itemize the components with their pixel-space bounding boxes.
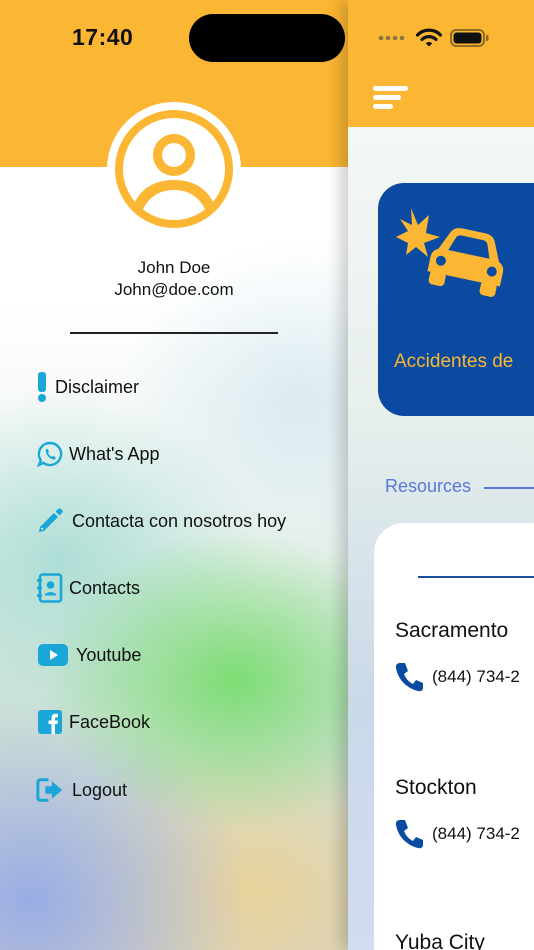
- resources-heading: Resources: [385, 476, 472, 496]
- avatar[interactable]: [107, 102, 241, 236]
- menu-label: Disclaimer: [55, 376, 140, 397]
- contacts-book-icon: [36, 573, 64, 603]
- status-time: 17:40: [72, 24, 134, 50]
- menu-item-disclaimer[interactable]: Disclaimer: [36, 370, 139, 404]
- menu-button[interactable]: [370, 84, 410, 114]
- menu-label: Youtube: [76, 644, 142, 665]
- car-crash-icon: [396, 208, 504, 297]
- menu-item-facebook[interactable]: FaceBook: [36, 705, 150, 739]
- battery-icon: [450, 29, 489, 47]
- menu-item-whatsapp[interactable]: What's App: [36, 437, 159, 471]
- hamburger-menu-icon: [373, 86, 408, 109]
- user-email: John@doe.com: [114, 280, 234, 299]
- menu-label: FaceBook: [69, 711, 151, 732]
- pencil-icon: [36, 507, 64, 535]
- whatsapp-icon: [36, 440, 64, 468]
- youtube-icon: [36, 641, 70, 669]
- signal-icon: [378, 35, 405, 41]
- menu-item-logout[interactable]: Logout: [36, 773, 127, 807]
- location-city: Yuba City: [395, 931, 485, 950]
- phone-number: (844) 734-2: [432, 667, 520, 686]
- category-label: Accidentes de: [394, 351, 514, 372]
- menu-label: Logout: [72, 779, 128, 800]
- panel-divider: [418, 576, 534, 578]
- menu-item-contacta[interactable]: Contacta con nosotros hoy: [36, 504, 286, 538]
- location-city: Stockton: [395, 776, 477, 799]
- user-avatar-icon: [115, 110, 233, 228]
- menu-item-contacts[interactable]: Contacts: [36, 571, 140, 605]
- exclamation-icon: [36, 372, 48, 402]
- main-screen: Accidentes de Resources Sacramento (844)…: [348, 0, 534, 950]
- drawer-divider: [70, 332, 278, 334]
- dynamic-island: [189, 14, 345, 62]
- phone-icon: [395, 820, 423, 849]
- menu-item-youtube[interactable]: Youtube: [36, 638, 141, 672]
- wifi-icon: [416, 28, 442, 47]
- location-city: Sacramento: [395, 619, 509, 642]
- menu-label: What's App: [69, 443, 160, 464]
- menu-label: Contacta con nosotros hoy: [72, 510, 287, 531]
- side-drawer: 17:40 John Doe John@doe.com Disclaimer W…: [0, 0, 348, 950]
- phone-link-stockton[interactable]: (844) 734-2: [394, 818, 520, 850]
- resources-panel: Sacramento (844) 734-2 Stockton (844) 73…: [374, 523, 534, 950]
- status-icons: [378, 28, 490, 48]
- facebook-icon: [36, 708, 64, 736]
- resources-divider: [484, 487, 534, 489]
- logout-icon: [36, 776, 64, 804]
- menu-label: Contacts: [69, 577, 141, 598]
- phone-number: (844) 734-2: [432, 824, 520, 843]
- category-card-accidentes[interactable]: Accidentes de: [378, 183, 534, 416]
- phone-link-sacramento[interactable]: (844) 734-2: [394, 661, 520, 693]
- user-name: John Doe: [137, 258, 211, 277]
- phone-icon: [395, 663, 423, 692]
